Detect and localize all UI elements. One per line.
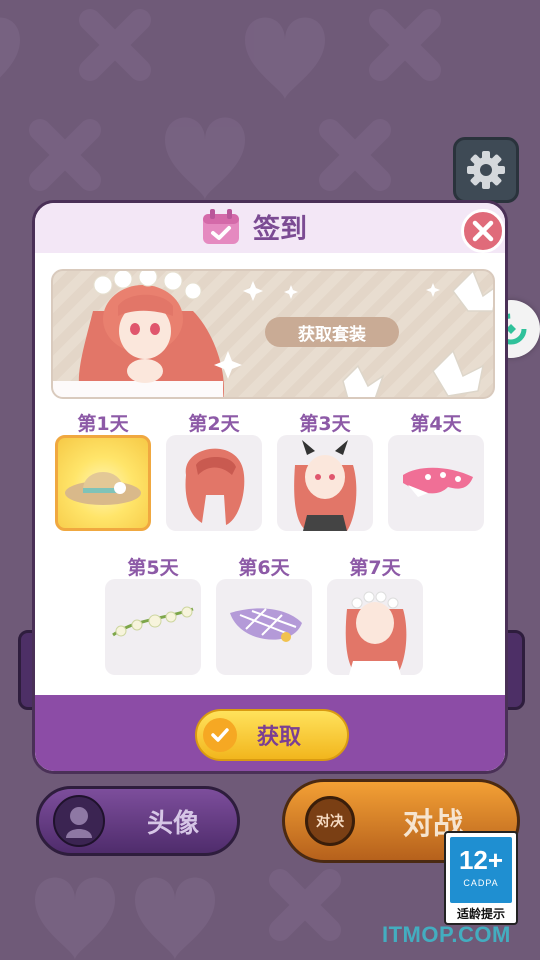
age-rating-badge: 12+ CADPA 适龄提示 xyxy=(444,831,518,925)
age-rating-top: 12+ CADPA xyxy=(450,837,512,903)
watermark: ITMOP.COM xyxy=(382,922,511,947)
get-outfit-button[interactable]: 获取套装 xyxy=(265,317,399,347)
day-7-label: 第7天 xyxy=(349,557,401,579)
day-3-label: 第3天 xyxy=(299,413,351,435)
sign-in-modal: 签到 获取套装 第1天 第2天 第3天 第4天 第5天 第6天 第7天 获取 xyxy=(32,200,508,774)
avatar-label: 头像 xyxy=(147,808,200,839)
battle-badge: 对决 xyxy=(305,796,355,846)
close-button[interactable] xyxy=(461,209,505,253)
day-2-label: 第2天 xyxy=(188,413,240,435)
calendar-icon xyxy=(203,208,239,244)
red-hair-icon xyxy=(185,448,245,525)
day-1-reward[interactable] xyxy=(55,435,151,531)
day-2-reward[interactable] xyxy=(166,435,262,531)
close-icon xyxy=(472,220,494,242)
age-rating-org: CADPA xyxy=(463,878,499,888)
character-portrait-icon xyxy=(294,440,357,531)
day-6-label: 第6天 xyxy=(238,557,290,579)
modal-header: 签到 xyxy=(35,203,505,253)
day-7-reward[interactable] xyxy=(327,579,423,675)
straw-hat-icon xyxy=(65,472,141,505)
settings-button[interactable] xyxy=(453,137,519,203)
day-5-label: 第5天 xyxy=(127,557,179,579)
modal-footer: 获取 xyxy=(35,695,505,771)
claim-label: 获取 xyxy=(257,725,302,750)
age-rating-number: 12+ xyxy=(458,845,504,875)
day-4-reward[interactable] xyxy=(388,435,484,531)
outfit-banner: 获取套装 xyxy=(51,269,495,399)
avatar-button[interactable]: 头像 xyxy=(36,786,240,856)
day-5-reward[interactable] xyxy=(105,579,201,675)
day-6-reward[interactable] xyxy=(216,579,312,675)
modal-title-wrap: 签到 xyxy=(201,207,307,246)
character-portrait-icon xyxy=(345,591,407,675)
gear-icon xyxy=(467,151,505,189)
claim-button[interactable]: 获取 xyxy=(195,709,349,761)
day-1-label: 第1天 xyxy=(77,413,129,435)
day-4-label: 第4天 xyxy=(410,413,462,435)
day-3-reward[interactable] xyxy=(277,435,373,531)
flower-crown-icon xyxy=(112,606,194,637)
check-icon xyxy=(203,718,237,752)
avatar-icon xyxy=(53,795,105,847)
purple-hat-icon xyxy=(230,608,302,642)
pink-accessory-icon xyxy=(403,467,473,497)
modal-title: 签到 xyxy=(253,214,307,245)
age-rating-text: 适龄提示 xyxy=(456,907,505,921)
